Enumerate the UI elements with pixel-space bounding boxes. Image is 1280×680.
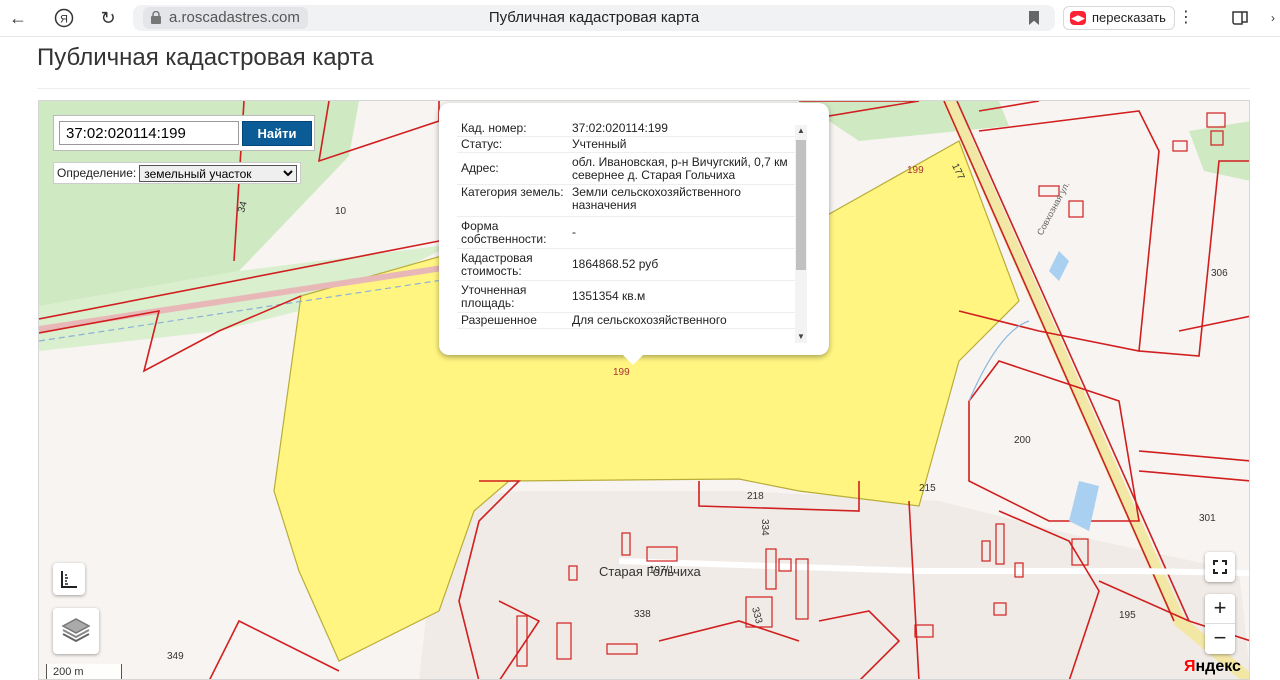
forest-area [799, 101, 1009, 141]
map-label: 195 [1119, 610, 1136, 621]
info-value: Земли сельскохозяйственного назначения [572, 185, 741, 212]
map-label: 334 [759, 519, 770, 536]
info-row: Статус: Учтенный [457, 137, 807, 153]
info-value: 37:02:020114:199 [572, 121, 668, 135]
info-row: Категория земель: Земли сельскохозяйстве… [457, 185, 807, 217]
scroll-up-icon[interactable]: ▲ [795, 125, 807, 137]
map-label: 301 [1199, 513, 1216, 524]
parcel-info-table: Кад. номер: 37:02:020114:199 Статус: Учт… [457, 121, 807, 343]
fullscreen-button[interactable] [1205, 552, 1235, 582]
page-tab-title: Публичная кадастровая карта [488, 9, 700, 26]
info-value: - [572, 225, 576, 239]
zoom-control: + − [1205, 594, 1235, 654]
info-row: Разрешенное Для сельскохозяйственного [457, 313, 807, 329]
reload-icon[interactable]: ↻ [96, 6, 120, 30]
map-label: 215 [919, 483, 936, 494]
scale-bar: 200 m [46, 664, 122, 679]
layers-button[interactable] [53, 608, 99, 654]
info-row: Форма собственности: - [457, 217, 807, 249]
info-value: Учтенный [572, 137, 627, 151]
map-label: 200 [1014, 435, 1031, 446]
info-value: Для сельскохозяйственного [572, 313, 727, 327]
info-key: Форма собственности: [461, 218, 547, 246]
scroll-thumb[interactable] [796, 140, 806, 270]
map-label: 338 [634, 609, 651, 620]
village-area [419, 491, 1249, 679]
divider [37, 88, 1250, 89]
info-key: Уточненная площадь: [461, 282, 527, 310]
ruler-icon [61, 571, 77, 588]
definition-label: Определение: [57, 166, 137, 180]
village-name-label: Старая Гольчиха [599, 564, 702, 579]
retell-label: пересказать [1092, 10, 1166, 25]
browser-toolbar: ← Я ↻ a.roscadastres.com Публичная кадас… [0, 0, 1280, 37]
info-value: 1351354 кв.м [572, 289, 646, 303]
yandex-logo[interactable]: Яндекс [1184, 658, 1241, 676]
pond [1069, 481, 1099, 531]
popup-scrollbar[interactable]: ▲ ▼ [795, 125, 807, 343]
info-key: Разрешенное [461, 313, 537, 327]
zoom-out-button[interactable]: − [1205, 624, 1235, 654]
definition-select[interactable]: земельный участок [139, 164, 298, 182]
retell-button[interactable]: ◀▶ пересказать [1063, 6, 1175, 30]
back-icon[interactable]: ← [6, 6, 30, 30]
info-value: обл. Ивановская, р-н Вичугский, 0,7 км с… [572, 154, 788, 182]
info-key: Категория земель: [461, 185, 564, 199]
street-name-label: Совхозная ул. [1035, 180, 1072, 237]
address-bar[interactable]: a.roscadastres.com Публичная кадастровая… [133, 5, 1055, 31]
search-panel: Найти [53, 115, 315, 151]
parcel-info-popup: Кад. номер: 37:02:020114:199 Статус: Учт… [439, 103, 829, 365]
map-label: 10 [335, 206, 347, 217]
definition-panel: Определение: земельный участок [53, 162, 302, 184]
ruler-tool-button[interactable] [53, 563, 85, 595]
info-value: 1864868.52 руб [572, 257, 659, 271]
map-label: 349 [167, 651, 184, 662]
info-key: Кад. номер: [461, 121, 527, 135]
forest-area [1189, 121, 1249, 181]
info-row: Кадастровая стоимость: 1864868.52 руб [457, 249, 807, 281]
page-title: Публичная кадастровая карта [37, 44, 374, 71]
pond [1049, 251, 1069, 281]
info-key: Адрес: [461, 161, 499, 175]
retell-icon: ◀▶ [1070, 11, 1086, 25]
cadastral-map[interactable]: 199 199 10 34 306 200 218 215 301 195 34… [38, 100, 1250, 680]
info-key: Кадастровая стоимость: [461, 250, 533, 278]
reader-icon[interactable] [1228, 6, 1252, 30]
more-menu-icon[interactable]: ⋮ [1178, 7, 1194, 27]
svg-text:Я: Я [60, 14, 68, 26]
info-row: Уточненная площадь: 1351354 кв.м [457, 281, 807, 313]
layers-icon [61, 618, 91, 643]
find-button[interactable]: Найти [242, 121, 312, 146]
map-label: 199 [613, 367, 630, 378]
scroll-down-icon[interactable]: ▼ [795, 331, 807, 343]
overflow-chevron-icon[interactable]: › [1266, 6, 1280, 30]
yandex-browser-icon[interactable]: Я [52, 6, 76, 30]
map-label: 199 [907, 165, 924, 176]
info-row: Кад. номер: 37:02:020114:199 [457, 121, 807, 137]
map-label: 218 [747, 491, 764, 502]
info-row: Адрес: обл. Ивановская, р-н Вичугский, 0… [457, 153, 807, 185]
info-key: Статус: [461, 137, 503, 151]
cadastral-number-input[interactable] [59, 121, 239, 145]
map-label: 306 [1211, 268, 1228, 279]
fullscreen-icon [1213, 560, 1227, 574]
zoom-in-button[interactable]: + [1205, 594, 1235, 624]
